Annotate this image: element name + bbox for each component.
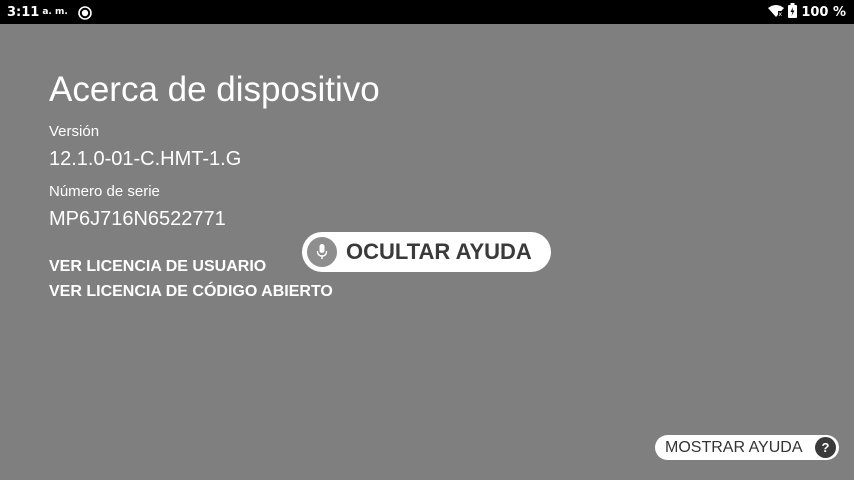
battery-percent: 100 %	[801, 4, 846, 20]
open-source-license-link[interactable]: VER LICENCIA DE CÓDIGO ABIERTO	[49, 283, 333, 301]
microphone-icon	[307, 237, 337, 267]
clock-ampm: a. m.	[42, 7, 68, 17]
serial-value: MP6J716N6522771	[49, 208, 226, 230]
user-license-link[interactable]: VER LICENCIA DE USUARIO	[49, 258, 266, 276]
show-help-label: MOSTRAR AYUDA	[665, 438, 803, 456]
question-mark-icon: ?	[815, 437, 836, 458]
hide-help-button[interactable]: OCULTAR AYUDA	[302, 232, 551, 272]
show-help-button[interactable]: MOSTRAR AYUDA ?	[655, 435, 839, 460]
battery-icon	[788, 2, 798, 22]
hide-help-label: OCULTAR AYUDA	[346, 239, 532, 264]
status-bar: 3:11 a. m. x 100 %	[0, 0, 854, 24]
notification-icon	[77, 5, 92, 20]
version-value: 12.1.0-01-C.HMT-1.G	[49, 148, 242, 170]
page-title: Acerca de dispositivo	[49, 70, 380, 109]
serial-label: Número de serie	[49, 183, 160, 200]
status-left: 3:11 a. m.	[7, 0, 92, 24]
svg-text:x: x	[779, 11, 783, 18]
status-right: x 100 %	[768, 0, 846, 24]
version-label: Versión	[49, 123, 100, 140]
clock-time: 3:11	[7, 4, 40, 20]
wifi-icon: x	[768, 3, 785, 22]
